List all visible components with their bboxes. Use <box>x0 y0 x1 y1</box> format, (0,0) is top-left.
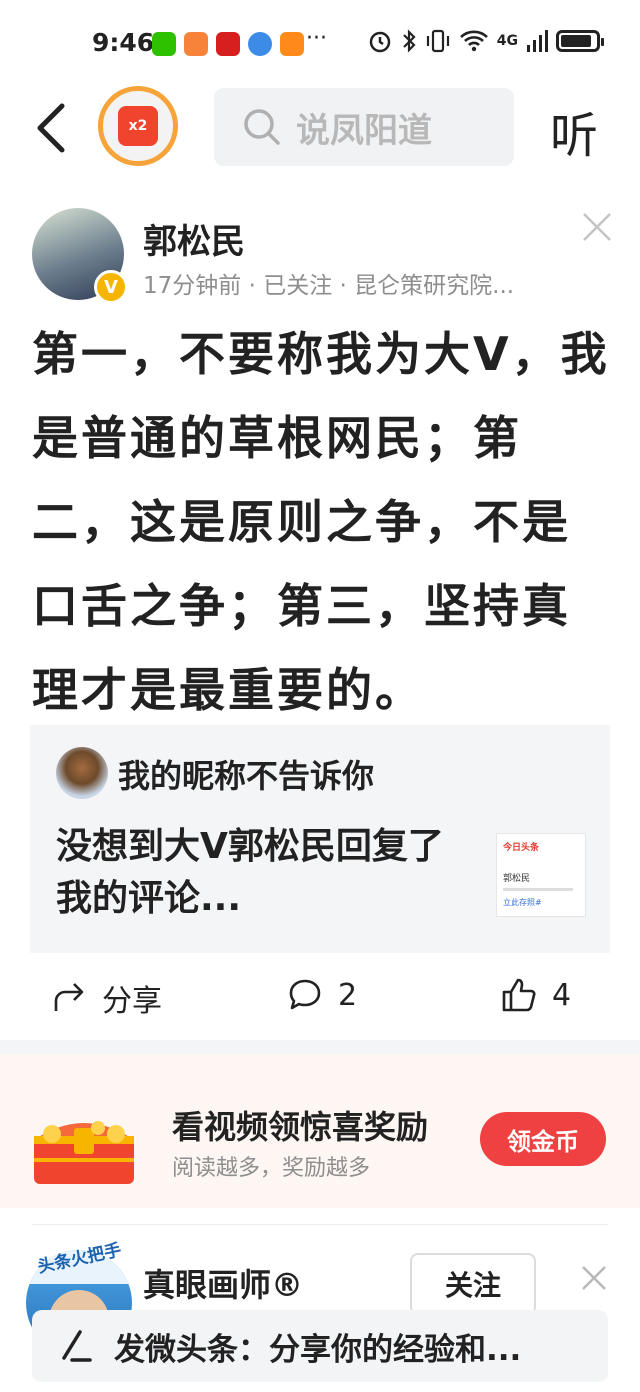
wifi-icon <box>459 30 488 52</box>
video-app-icon <box>280 32 304 56</box>
treasure-chest-icon <box>34 1121 134 1184</box>
quoted-post-card[interactable]: 我的昵称不告诉你 没想到大V郭松民回复了我的评论... 今日头条 郭松民 立此存… <box>30 725 610 953</box>
status-time: 9:46 <box>92 28 155 57</box>
like-button[interactable]: 4 <box>500 976 571 1014</box>
network-label: 4G <box>496 33 518 49</box>
status-more: ··· <box>306 26 327 51</box>
status-app-icons <box>152 32 304 56</box>
post-body: 第一，不要称我为大V，我是普通的草根网民；第二，这是原则之争，不是口舌之争；第三… <box>32 327 610 717</box>
promo-title: 看视频领惊喜奖励 <box>172 1108 429 1146</box>
search-input[interactable]: 说凤阳道 <box>214 88 514 166</box>
quote-text: 没想到大V郭松民回复了我的评论... <box>56 826 444 919</box>
close-icon[interactable] <box>578 208 616 246</box>
red-envelope-icon: x2 <box>118 106 158 146</box>
author-name[interactable]: 郭松民 <box>143 214 245 263</box>
bluetooth-icon <box>402 29 416 53</box>
like-count: 4 <box>552 977 572 1013</box>
post-meta: 17分钟前 · 已关注 · 昆仑策研究院... <box>143 273 515 299</box>
composer-placeholder: 发微头条：分享你的经验和... <box>114 1331 522 1368</box>
quote-thumbnail: 今日头条 郭松民 立此存照# <box>496 833 586 917</box>
reward-badge[interactable]: x2 <box>98 86 178 166</box>
wechat-icon <box>152 32 176 56</box>
search-icon <box>244 109 280 145</box>
back-arrow-icon[interactable] <box>30 100 70 156</box>
comment-button[interactable]: 2 <box>286 976 357 1014</box>
reward-multiplier: x2 <box>128 118 148 134</box>
quote-username: 我的昵称不告诉你 <box>118 757 375 795</box>
study-app-icon <box>216 32 240 56</box>
status-bar: 9:46 ··· 4G <box>0 0 640 86</box>
next-author-name[interactable]: 真眼画师® <box>143 1260 303 1306</box>
claim-coins-button[interactable]: 领金币 <box>480 1112 606 1166</box>
section-divider <box>0 1040 640 1054</box>
post-composer-input[interactable]: 发微头条：分享你的经验和... <box>32 1310 608 1382</box>
promo-subtitle: 阅读越多，奖励越多 <box>172 1156 371 1181</box>
thumb-tag: 立此存照# <box>503 898 542 907</box>
status-indicators: 4G <box>367 28 604 54</box>
listen-button[interactable]: 听 <box>550 96 598 166</box>
action-bar: 分享 2 4 <box>0 960 640 1036</box>
search-placeholder: 说凤阳道 <box>296 110 432 151</box>
promo-banner[interactable]: 看视频领惊喜奖励 阅读越多，奖励越多 领金币 <box>0 1054 640 1208</box>
heart-app-icon <box>184 32 208 56</box>
author-avatar[interactable]: V <box>32 208 128 304</box>
share-label: 分享 <box>102 984 162 1019</box>
top-nav-bar: x2 说凤阳道 听 <box>0 86 640 170</box>
battery-icon <box>556 30 604 52</box>
quote-user-avatar <box>56 747 108 799</box>
close-icon[interactable] <box>578 1262 610 1294</box>
comment-icon <box>289 979 321 1010</box>
verified-badge: V <box>94 270 128 304</box>
vibrate-icon <box>426 29 449 53</box>
alarm-icon <box>369 31 391 53</box>
follow-button[interactable]: 关注 <box>410 1253 536 1315</box>
divider <box>32 1224 608 1225</box>
comment-count: 2 <box>338 977 358 1013</box>
share-icon <box>54 983 84 1011</box>
thumbs-up-icon <box>502 978 536 1012</box>
thumb-name: 郭松民 <box>503 874 531 884</box>
pen-icon <box>62 1330 92 1362</box>
share-button[interactable]: 分享 <box>50 976 162 1020</box>
thumb-title: 今日头条 <box>503 843 540 853</box>
browser-icon <box>248 32 272 56</box>
signal-icon <box>527 30 548 52</box>
thumb-line <box>503 888 573 891</box>
